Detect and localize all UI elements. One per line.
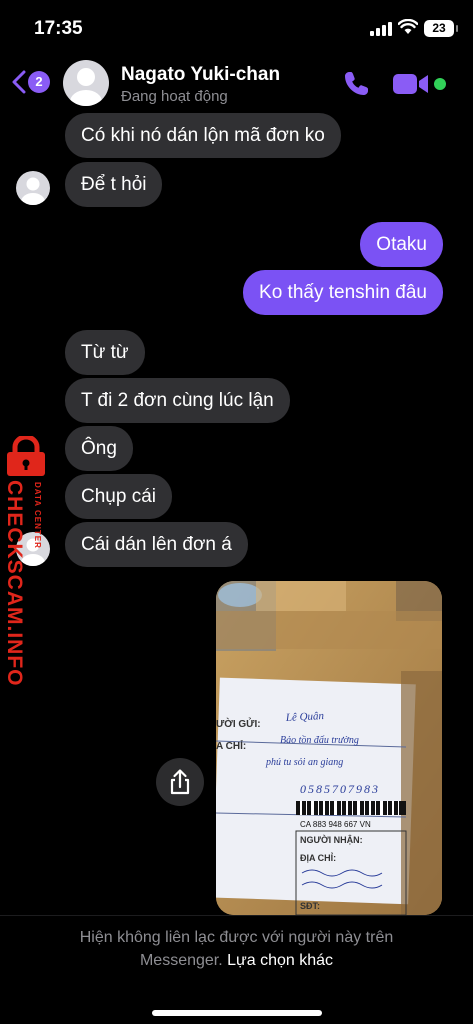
contact-avatar[interactable] <box>63 60 109 106</box>
message-bubble-incoming[interactable]: Cái dán lên đơn á <box>65 522 248 567</box>
message-bubble-outgoing[interactable]: Ko thấy tenshin đâu <box>243 270 443 315</box>
contact-status: Đang hoạt động <box>121 88 228 105</box>
watermark-tagline: DATA CENTER <box>33 482 42 549</box>
home-indicator[interactable] <box>152 1010 322 1016</box>
photo-text: 0585707983 <box>300 782 380 796</box>
video-call-icon[interactable] <box>392 70 430 98</box>
photo-text: ƯỜI GỬI: <box>216 717 261 730</box>
photo-message[interactable]: ƯỜI GỬI: Lê Quân A CHỈ: Bảo tồn đấu trườ… <box>216 581 442 915</box>
message-bubble-incoming[interactable]: Từ từ <box>65 330 145 375</box>
watermark-brand: CHECKSCAM.INFO <box>3 480 26 687</box>
unavailable-notice-bar: Hiện không liên lạc được với người này t… <box>0 915 473 1024</box>
photo-text: SĐT: <box>300 901 320 911</box>
photo-text: Bảo tồn đấu trường <box>280 735 359 746</box>
chevron-left-icon <box>12 70 26 94</box>
photo-text: A CHỈ: <box>216 739 246 752</box>
sender-avatar <box>16 171 50 205</box>
message-bubble-incoming[interactable]: Chụp cái <box>65 474 172 519</box>
battery-icon: 23 <box>424 20 458 37</box>
photo-text: CA 883 948 667 VN <box>300 820 371 829</box>
chat-header: 2 Nagato Yuki-chan Đang hoạt động <box>0 54 473 116</box>
message-bubble-incoming[interactable]: T đi 2 đơn cùng lúc lận <box>65 378 290 423</box>
share-button[interactable] <box>156 758 204 806</box>
share-icon <box>170 769 190 795</box>
lock-icon <box>7 436 45 476</box>
default-avatar-icon <box>70 68 102 106</box>
photo-text: ĐỊA CHỈ: <box>300 852 336 863</box>
default-avatar-icon <box>21 177 45 205</box>
back-button[interactable]: 2 <box>8 66 52 98</box>
photo-text: Lê Quân <box>285 710 325 724</box>
status-time: 17:35 <box>34 18 83 39</box>
notice-text: Hiện không liên lạc được với người này t… <box>79 929 394 946</box>
cellular-signal-icon <box>370 22 392 36</box>
watermark: CHECKSCAM.INFO DATA CENTER <box>0 436 52 687</box>
unread-badge: 2 <box>28 71 50 93</box>
photo-text: phú tu sỏi an giang <box>265 757 343 768</box>
phone-call-icon[interactable] <box>340 68 372 100</box>
notice-text-line2: Messenger. Lựa chọn khác <box>0 952 473 970</box>
message-bubble-incoming[interactable]: Có khi nó dán lộn mã đơn ko <box>65 113 341 158</box>
notice-text: Messenger. <box>139 952 223 969</box>
contact-name[interactable]: Nagato Yuki-chan <box>121 64 280 86</box>
status-bar: 17:35 23 <box>0 0 473 54</box>
wifi-icon <box>398 19 418 34</box>
message-bubble-incoming[interactable]: Ông <box>65 426 133 471</box>
photo-text: NGƯỜI NHẬN: <box>300 834 363 845</box>
message-bubble-outgoing[interactable]: Otaku <box>360 222 443 267</box>
other-options-link[interactable]: Lựa chọn khác <box>227 952 333 969</box>
message-bubble-incoming[interactable]: Để t hỏi <box>65 162 163 207</box>
parcel-photo: ƯỜI GỬI: Lê Quân A CHỈ: Bảo tồn đấu trườ… <box>216 581 442 915</box>
active-status-dot <box>434 78 446 90</box>
